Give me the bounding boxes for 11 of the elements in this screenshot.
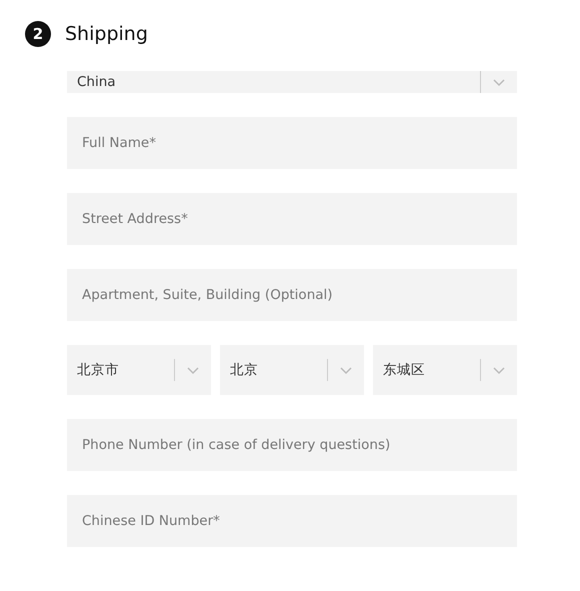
step-number: 2 — [25, 21, 51, 47]
input-field[interactable]: Phone Number (in case of delivery questions) — [67, 419, 517, 471]
input-field[interactable]: Full Name* — [67, 117, 517, 169]
section-title: Shipping — [65, 23, 148, 45]
country-select[interactable]: China — [67, 71, 517, 93]
region-select[interactable]: 北京 — [220, 345, 364, 395]
region-select[interactable]: 北京市 — [67, 345, 211, 395]
region-select[interactable]: 东城区 — [373, 345, 517, 395]
input-field[interactable]: Chinese ID Number* — [67, 495, 517, 547]
input-field[interactable]: Apartment, Suite, Building (Optional) — [67, 269, 517, 321]
input-field[interactable]: Street Address* — [67, 193, 517, 245]
